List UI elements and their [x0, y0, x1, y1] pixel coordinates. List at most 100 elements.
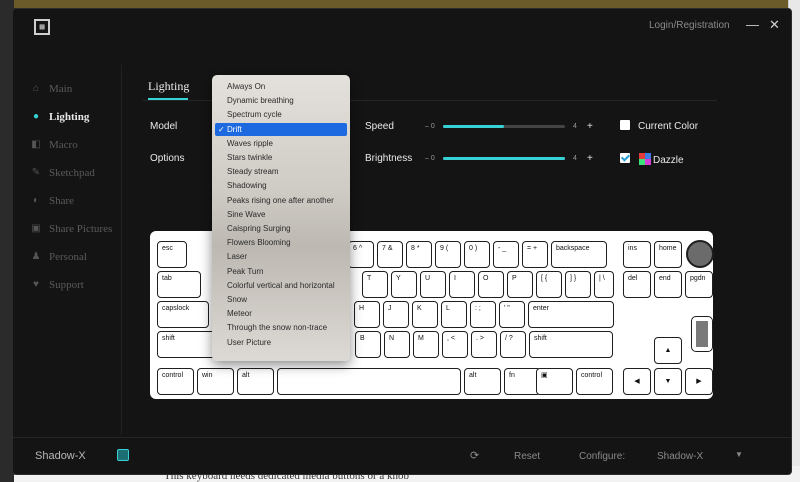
keyboard-device-icon[interactable] — [117, 449, 129, 461]
dropdown-option[interactable]: Snow — [215, 293, 347, 306]
key-h[interactable]: H — [354, 301, 380, 328]
key-end[interactable]: end — [654, 271, 682, 298]
key-pgdn[interactable]: pgdn — [685, 271, 713, 298]
dropdown-option[interactable]: Dynamic breathing — [215, 94, 347, 107]
key-6[interactable]: 6 ^ — [348, 241, 374, 268]
key-ins[interactable]: ins — [623, 241, 651, 268]
minimize-icon[interactable]: — — [746, 17, 759, 33]
dropdown-option[interactable]: Shadowing — [215, 179, 347, 192]
lighting-mode-dropdown[interactable]: Always On Dynamic breathing Spectrum cycle… — [212, 75, 350, 361]
key-del[interactable]: del — [623, 271, 651, 298]
dazzle-checkbox[interactable] — [620, 153, 630, 163]
sidebar-item-main[interactable]: ⌂ Main — [13, 79, 121, 99]
key-7[interactable]: 7 & — [377, 241, 403, 268]
dropdown-option[interactable]: Stars twinkle — [215, 151, 347, 164]
key-right-alt[interactable]: alt — [464, 368, 501, 395]
dropdown-option[interactable]: User Picture — [215, 336, 347, 349]
key-equal[interactable]: = + — [522, 241, 548, 268]
key-right-shift[interactable]: shift — [529, 331, 613, 358]
key-m[interactable]: M — [413, 331, 439, 358]
chevron-down-icon[interactable]: ▼ — [735, 450, 743, 459]
brightness-slider[interactable] — [443, 157, 565, 160]
sidebar-item-share[interactable]: ◐ Share — [13, 191, 121, 211]
configure-select[interactable]: Shadow-X — [657, 451, 703, 462]
key-o[interactable]: O — [478, 271, 504, 298]
key-j[interactable]: J — [383, 301, 409, 328]
current-color-checkbox[interactable] — [620, 120, 630, 130]
key-capslock[interactable]: capslock — [157, 301, 209, 328]
key-8[interactable]: 8 * — [406, 241, 432, 268]
speed-minus[interactable]: – — [425, 123, 429, 130]
scroll-wheel-key[interactable] — [691, 316, 713, 352]
key-b[interactable]: B — [355, 331, 381, 358]
key-comma[interactable]: , < — [442, 331, 468, 358]
key-menu[interactable]: ▣ — [536, 368, 573, 395]
dropdown-option-label: Colorful vertical and horizontal — [227, 280, 335, 290]
key-l[interactable]: L — [441, 301, 467, 328]
sidebar-item-lighting[interactable]: ● Lighting — [13, 107, 121, 127]
key-arrow-right[interactable]: ▶ — [685, 368, 713, 395]
dropdown-option[interactable]: Spectrum cycle — [215, 108, 347, 121]
key-t[interactable]: T — [362, 271, 388, 298]
dropdown-option[interactable]: Sine Wave — [215, 208, 347, 221]
key-tab[interactable]: tab — [157, 271, 201, 298]
key-left-control[interactable]: control — [157, 368, 194, 395]
dropdown-option[interactable]: Waves ripple — [215, 137, 347, 150]
login-registration-link[interactable]: Login/Registration — [649, 20, 730, 31]
key-left-alt[interactable]: alt — [237, 368, 274, 395]
brightness-minus[interactable]: – — [425, 155, 429, 162]
key-left-bracket[interactable]: [ { — [536, 271, 562, 298]
sidebar-item-share-pictures[interactable]: ▣ Share Pictures — [13, 219, 121, 239]
key-slash[interactable]: / ? — [500, 331, 526, 358]
key-right-bracket[interactable]: ] } — [565, 271, 591, 298]
speed-plus-button[interactable]: + — [587, 121, 593, 132]
key-arrow-up[interactable]: ▲ — [654, 337, 682, 364]
tab-lighting[interactable]: Lighting — [148, 79, 189, 94]
key-space[interactable] — [277, 368, 461, 395]
key-9[interactable]: 9 ( — [435, 241, 461, 268]
dropdown-option[interactable]: Colorful vertical and horizontal — [215, 279, 347, 292]
dropdown-option[interactable]: Meteor — [215, 307, 347, 320]
key-arrow-left[interactable]: ◀ — [623, 368, 651, 395]
key-k[interactable]: K — [412, 301, 438, 328]
key-backslash[interactable]: | \ — [594, 271, 614, 298]
key-backspace[interactable]: backspace — [551, 241, 607, 268]
dropdown-option[interactable]: Caispring Surging — [215, 222, 347, 235]
brightness-min: 0 — [430, 155, 435, 162]
key-i[interactable]: I — [449, 271, 475, 298]
dropdown-option[interactable]: Through the snow non-trace — [215, 321, 347, 334]
volume-knob[interactable] — [686, 240, 714, 268]
key-minus[interactable]: - _ — [493, 241, 519, 268]
sidebar-item-label: Share Pictures — [49, 223, 113, 235]
key-n[interactable]: N — [384, 331, 410, 358]
dropdown-option[interactable]: Peak Turn — [215, 265, 347, 278]
key-quote[interactable]: ' " — [499, 301, 525, 328]
key-home[interactable]: home — [654, 241, 682, 268]
key-enter[interactable]: enter — [528, 301, 614, 328]
close-icon[interactable]: ✕ — [769, 17, 780, 33]
key-p[interactable]: P — [507, 271, 533, 298]
brightness-plus-button[interactable]: + — [587, 153, 593, 164]
key-y[interactable]: Y — [391, 271, 417, 298]
key-win[interactable]: win — [197, 368, 234, 395]
sidebar-item-support[interactable]: ♥ Support — [13, 275, 121, 295]
dropdown-option[interactable]: Always On — [215, 80, 347, 93]
key-arrow-down[interactable]: ▼ — [654, 368, 682, 395]
key-semicolon[interactable]: : ; — [470, 301, 496, 328]
key-right-control[interactable]: control — [576, 368, 613, 395]
reset-button[interactable]: Reset — [514, 451, 540, 462]
sidebar-item-sketchpad[interactable]: ✎ Sketchpad — [13, 163, 121, 183]
dropdown-option[interactable]: Laser — [215, 250, 347, 263]
dropdown-option[interactable]: Flowers Blooming — [215, 236, 347, 249]
key-u[interactable]: U — [420, 271, 446, 298]
key-period[interactable]: . > — [471, 331, 497, 358]
speed-slider[interactable] — [443, 125, 565, 128]
dropdown-option[interactable]: Steady stream — [215, 165, 347, 178]
sidebar-item-macro[interactable]: ◧ Macro — [13, 135, 121, 155]
dropdown-option[interactable]: ✓ Drift — [215, 122, 347, 136]
dropdown-option[interactable]: Peaks rising one after another — [215, 194, 347, 207]
sidebar-item-personal[interactable]: ♟ Personal — [13, 247, 121, 267]
key-esc[interactable]: esc — [157, 241, 187, 268]
refresh-icon[interactable]: ⟳ — [470, 449, 479, 462]
key-0[interactable]: 0 ) — [464, 241, 490, 268]
